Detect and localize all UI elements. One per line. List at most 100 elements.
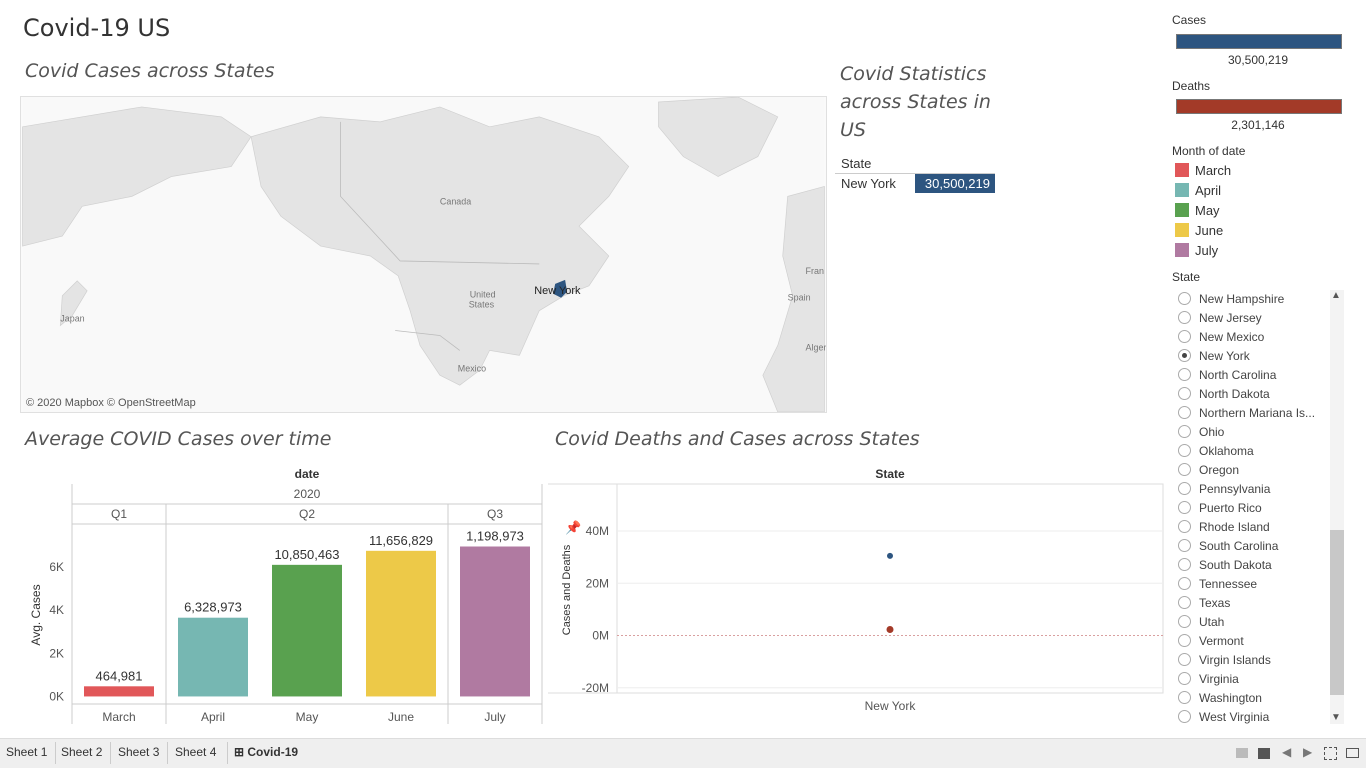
state-filter-item[interactable]: Washington (1178, 691, 1262, 710)
month-legend-march[interactable]: March (1175, 163, 1231, 178)
bar-category-label: June (388, 710, 414, 724)
radio-icon[interactable] (1178, 425, 1191, 438)
state-filter-item[interactable]: Oregon (1178, 463, 1239, 482)
month-legend-june[interactable]: June (1175, 223, 1223, 238)
scatter-chart[interactable]: -20M 0M 20M 40M Cases and Deaths 📌 New York (548, 482, 1168, 722)
map-canvas[interactable]: Canada United States Mexico Japan Spain … (21, 97, 826, 412)
state-filter-item[interactable]: West Virginia (1178, 710, 1269, 729)
stats-row-value[interactable]: 30,500,219 (915, 174, 995, 193)
state-filter-item[interactable]: Texas (1178, 596, 1230, 615)
deaths-legend-bar[interactable] (1176, 99, 1342, 114)
pin-icon: 📌 (565, 519, 581, 535)
state-filter-label: Washington (1199, 691, 1262, 705)
grid-view-icon[interactable] (1236, 748, 1248, 758)
radio-icon[interactable] (1178, 520, 1191, 533)
scatter-point-deaths (886, 626, 894, 634)
state-filter-label: Utah (1199, 615, 1225, 629)
state-filter-item[interactable]: Virgin Islands (1178, 653, 1271, 672)
dashboard-title: Covid-19 US (23, 14, 171, 42)
cases-map[interactable]: Canada United States Mexico Japan Spain … (20, 96, 827, 413)
radio-icon[interactable] (1178, 463, 1191, 476)
state-filter-label: New Mexico (1199, 330, 1265, 344)
state-filter-item[interactable]: Virginia (1178, 672, 1239, 691)
scroll-down-icon[interactable]: ▼ (1331, 712, 1341, 723)
state-filter-item[interactable]: Vermont (1178, 634, 1244, 653)
map-attribution[interactable]: © 2020 Mapbox © OpenStreetMap (26, 397, 196, 409)
sheet-tab[interactable]: ⊞ Covid-19 (234, 745, 298, 759)
sheet-tab[interactable]: Sheet 4 (175, 745, 216, 759)
radio-icon[interactable] (1178, 330, 1191, 343)
state-filter-item[interactable]: New Hampshire (1178, 292, 1284, 311)
radio-icon[interactable] (1178, 482, 1191, 495)
state-filter-item[interactable]: South Carolina (1178, 539, 1278, 558)
bar-data-label: 1,198,973 (466, 528, 524, 543)
map-label-mexico: Mexico (458, 363, 486, 373)
radio-icon[interactable] (1178, 558, 1191, 571)
radio-icon[interactable] (1178, 710, 1191, 723)
map-label-us-line2: States (469, 300, 495, 310)
scatter-x-category: New York (865, 699, 917, 713)
radio-icon[interactable] (1178, 311, 1191, 324)
state-filter-item[interactable]: Northern Mariana Is... (1178, 406, 1315, 425)
sheet-tab[interactable]: Sheet 3 (118, 745, 159, 759)
map-label-algeria: Alger (806, 342, 826, 352)
bar-quarter-label: Q2 (299, 507, 315, 521)
radio-icon[interactable] (1178, 387, 1191, 400)
state-filter-item[interactable]: Utah (1178, 615, 1224, 634)
state-filter-item[interactable]: Ohio (1178, 425, 1224, 444)
state-filter-item[interactable]: Rhode Island (1178, 520, 1270, 539)
state-filter-item[interactable]: New York (1178, 349, 1250, 368)
scroll-up-icon[interactable]: ▲ (1331, 290, 1341, 301)
month-legend-title: Month of date (1172, 144, 1246, 158)
state-filter-item[interactable]: North Carolina (1178, 368, 1276, 387)
radio-icon[interactable] (1178, 672, 1191, 685)
fullscreen-icon[interactable] (1324, 747, 1337, 760)
presentation-icon[interactable] (1346, 748, 1359, 758)
state-filter-item[interactable]: New Jersey (1178, 311, 1262, 330)
bar-chart[interactable]: Q1 Q2 Q3 0K 2K 4K 6K Avg. Cases 464,981 March 6,32… (0, 470, 560, 728)
bar-quarter-label: Q3 (487, 507, 503, 521)
radio-icon[interactable] (1178, 634, 1191, 647)
next-sheet-icon[interactable]: ▶ (1303, 745, 1312, 759)
radio-icon[interactable] (1178, 539, 1191, 552)
bar-quarter-label: Q1 (111, 507, 127, 521)
state-filter-item[interactable]: South Dakota (1178, 558, 1272, 577)
state-filter-item[interactable]: New Mexico (1178, 330, 1264, 349)
radio-icon[interactable] (1178, 349, 1191, 362)
month-legend-may[interactable]: May (1175, 203, 1220, 218)
state-filter-label: North Dakota (1199, 387, 1270, 401)
radio-icon[interactable] (1178, 615, 1191, 628)
sheet-view-icon[interactable] (1258, 748, 1270, 759)
radio-icon[interactable] (1178, 406, 1191, 419)
bar-data-label: 464,981 (96, 668, 143, 683)
july-label: July (1195, 243, 1219, 258)
stats-title: Covid Statistics across States in US (840, 60, 991, 144)
month-legend-april[interactable]: April (1175, 183, 1221, 198)
state-filter-item[interactable]: North Dakota (1178, 387, 1270, 406)
cases-legend-bar[interactable] (1176, 34, 1342, 49)
stats-title-line2: across States in (840, 91, 991, 113)
state-filter-label: Tennessee (1199, 577, 1258, 591)
state-filter-item[interactable]: Tennessee (1178, 577, 1257, 596)
sheet-tab[interactable]: Sheet 1 (6, 745, 47, 759)
state-filter-item[interactable]: Pennsylvania (1178, 482, 1270, 501)
radio-icon[interactable] (1178, 444, 1191, 457)
radio-icon[interactable] (1178, 368, 1191, 381)
radio-icon[interactable] (1178, 653, 1191, 666)
state-filter-item[interactable]: Puerto Rico (1178, 501, 1262, 520)
stats-row[interactable]: New York 30,500,219 (835, 173, 995, 193)
bar-data-label: 6,328,973 (184, 600, 242, 615)
state-filter-scroll-thumb[interactable] (1330, 530, 1344, 695)
month-legend-july[interactable]: July (1175, 243, 1218, 258)
bar-ytick-label: 4K (49, 603, 64, 617)
radio-icon[interactable] (1178, 577, 1191, 590)
state-filter-item[interactable]: Oklahoma (1178, 444, 1254, 463)
radio-icon[interactable] (1178, 292, 1191, 305)
sheet-tab[interactable]: Sheet 2 (61, 745, 102, 759)
bar-category-label: March (102, 710, 135, 724)
radio-icon[interactable] (1178, 691, 1191, 704)
cases-legend-title: Cases (1172, 13, 1207, 27)
radio-icon[interactable] (1178, 596, 1191, 609)
radio-icon[interactable] (1178, 501, 1191, 514)
prev-sheet-icon[interactable]: ◀ (1282, 745, 1291, 759)
